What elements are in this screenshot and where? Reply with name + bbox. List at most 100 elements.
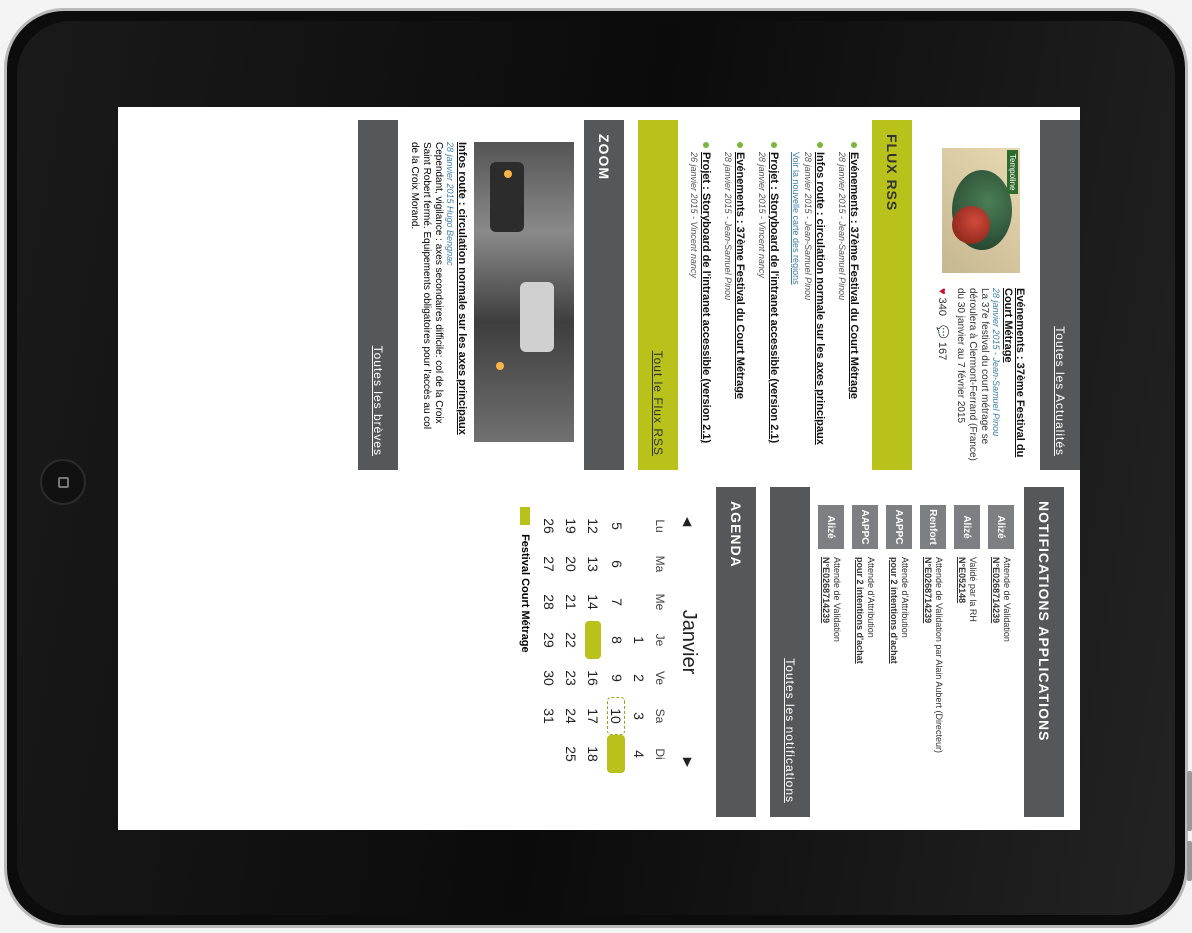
bullet-icon: [703, 142, 709, 148]
calendar-day[interactable]: 2: [631, 659, 647, 697]
power-button[interactable]: [1187, 841, 1192, 881]
all-briefs-link[interactable]: Toutes les brèves: [371, 346, 385, 456]
rss-item-title[interactable]: Evénements : 37ème Festival du Court Mét…: [848, 152, 860, 458]
comment-icon[interactable]: 💬: [936, 325, 948, 339]
notification-ref[interactable]: pour 2 intentions d'achat: [855, 557, 865, 664]
notification-row[interactable]: Alizé Validé par la RH N°E052148: [954, 505, 980, 817]
notification-ref[interactable]: N°E0268714239: [991, 557, 1001, 623]
volume-button[interactable]: [1187, 771, 1192, 831]
comments-count: 167: [936, 341, 948, 361]
news-summary: La 37e festival du court métrage se déro…: [955, 288, 990, 461]
notification-row[interactable]: AAPPC Attende d'Attribution pour 2 intent…: [852, 505, 878, 817]
notification-ref[interactable]: N°E0268714239: [821, 557, 831, 623]
calendar-day[interactable]: 5: [607, 507, 625, 545]
calendar-blank: [541, 735, 557, 773]
news-meta: 28 janvier 2015 - Jean-Samuel Pinou: [991, 288, 1001, 437]
rss-item-meta: 26 janvier 2015 - Vincent nancy: [689, 152, 699, 278]
notification-row[interactable]: Alizé Attende de Validation N°E0268714239: [818, 505, 844, 817]
calendar-day[interactable]: 25: [563, 735, 579, 773]
notification-ref[interactable]: pour 2 intentions d'achat: [889, 557, 899, 664]
all-rss-link[interactable]: Tout le Flux RSS: [651, 351, 665, 456]
rss-item-title[interactable]: Infos route : circulation normale sur le…: [814, 152, 826, 458]
zoom-headline[interactable]: Infos route : circulation normale sur le…: [456, 142, 468, 440]
calendar-day[interactable]: 29: [541, 621, 557, 659]
app-badge: Alizé: [988, 505, 1014, 549]
zoom-header: ZOOM: [584, 120, 624, 470]
bullet-icon: [817, 142, 823, 148]
calendar-day[interactable]: 13: [585, 545, 601, 583]
calendar-day[interactable]: 30: [541, 659, 557, 697]
rss-item-title[interactable]: Projet : Storyboard de l'intranet access…: [768, 152, 780, 458]
notification-status: Attende de Validation: [1002, 557, 1012, 642]
rss-item-meta: 28 janvier 2015 - Jean-Samuel Pinou: [837, 152, 847, 301]
calendar-day[interactable]: 15: [585, 621, 601, 659]
news-thumbnail[interactable]: Tempoline: [942, 148, 1020, 273]
calendar-day[interactable]: 3: [631, 697, 647, 735]
calendar-day[interactable]: 20: [563, 545, 579, 583]
notification-row[interactable]: Renfort Attende de Validation par Alain …: [920, 505, 946, 817]
calendar-blank: [631, 583, 647, 621]
news-stats: ♥ 340 💬 167: [936, 288, 948, 468]
zoom-image[interactable]: [474, 142, 574, 442]
rss-item[interactable]: Projet : Storyboard de l'intranet access…: [688, 142, 712, 458]
notification-ref[interactable]: N°E052148: [957, 557, 967, 603]
zoom-meta: 28 janvier 2015 Hugo Bengnac: [445, 142, 455, 266]
calendar-day[interactable]: 19: [563, 507, 579, 545]
weekday-label: Di: [653, 748, 667, 760]
calendar-day[interactable]: 9: [607, 659, 625, 697]
calendar-day[interactable]: 26: [541, 507, 557, 545]
calendar-day[interactable]: 6: [607, 545, 625, 583]
all-news-link[interactable]: Toutes les Actualités: [1053, 326, 1067, 456]
calendar-day[interactable]: 14: [585, 583, 601, 621]
calendar-day[interactable]: 31: [541, 697, 557, 735]
news-item[interactable]: Tempoline Evénements : 37ème Festival du…: [912, 120, 1040, 470]
calendar-day[interactable]: 11: [607, 735, 625, 773]
home-button[interactable]: [40, 459, 86, 505]
notifications-footer: Toutes les notifications: [770, 487, 810, 817]
calendar-day[interactable]: 24: [563, 697, 579, 735]
prev-month-icon[interactable]: ◀: [682, 517, 696, 526]
app-badge: AAPPC: [852, 505, 878, 549]
all-notifications-link[interactable]: Toutes les notifications: [783, 658, 797, 803]
tablet-screen: Toutes les Actualités Tempoline Evénemen…: [118, 107, 1080, 830]
calendar-day[interactable]: 28: [541, 583, 557, 621]
calendar-day[interactable]: 10: [607, 697, 625, 735]
rss-item-title[interactable]: Evénements : 37ème Festival du Court Mét…: [734, 152, 746, 458]
rss-item-link[interactable]: Voir la nouvelle carte des régions: [790, 152, 802, 458]
weekday-label: Lu: [653, 519, 667, 533]
calendar-day[interactable]: 16: [585, 659, 601, 697]
rss-item[interactable]: Projet : Storyboard de l'intranet access…: [756, 142, 780, 458]
rss-header: FLUX RSS: [872, 120, 912, 470]
rss-footer: Tout le Flux RSS: [638, 120, 678, 470]
calendar-day[interactable]: 4: [631, 735, 647, 773]
calendar-day[interactable]: 21: [563, 583, 579, 621]
calendar-month: Janvier: [678, 609, 700, 675]
calendar-day[interactable]: 27: [541, 545, 557, 583]
thumb-tag: Tempoline: [1007, 150, 1018, 195]
notifications-header: NOTIFICATIONS APPLICATIONS: [1024, 487, 1064, 817]
calendar-day[interactable]: 17: [585, 697, 601, 735]
rss-item[interactable]: Evénements : 37ème Festival du Court Mét…: [836, 142, 860, 458]
notification-row[interactable]: AAPPC Attende d'Attribution pour 2 intent…: [886, 505, 912, 817]
calendar-day[interactable]: 22: [563, 621, 579, 659]
rss-item[interactable]: Infos route : circulation normale sur le…: [790, 142, 826, 458]
weekday-label: Je: [653, 633, 667, 647]
rss-item[interactable]: Evénements : 37ème Festival du Court Mét…: [722, 142, 746, 458]
headlight: [496, 362, 504, 370]
news-title[interactable]: Evénements : 37ème Festival du Court Mét…: [1002, 288, 1026, 468]
calendar-day[interactable]: 12: [585, 507, 601, 545]
calendar-day[interactable]: 8: [607, 621, 625, 659]
calendar-event[interactable]: Festival Court Métrage: [519, 507, 531, 807]
heart-icon[interactable]: ♥: [936, 288, 948, 295]
next-month-icon[interactable]: ▶: [682, 758, 696, 767]
weekday-label: Sa: [653, 708, 667, 724]
calendar-day[interactable]: 18: [585, 735, 601, 773]
notification-ref[interactable]: N°E0268714239: [923, 557, 933, 623]
calendar-day[interactable]: 1: [631, 621, 647, 659]
rss-item-title[interactable]: Projet : Storyboard de l'intranet access…: [700, 152, 712, 458]
notification-row[interactable]: Alizé Attende de Validation N°E0268714239: [988, 505, 1014, 817]
calendar: ◀ Janvier ▶ Lu Ma Me Je Ve Sa Di 1 2 3 4 5 6 7 8 9 10 11 1…: [519, 487, 716, 817]
calendar-day[interactable]: 23: [563, 659, 579, 697]
calendar-day[interactable]: 7: [607, 583, 625, 621]
event-label: Festival Court Métrage: [519, 534, 531, 653]
